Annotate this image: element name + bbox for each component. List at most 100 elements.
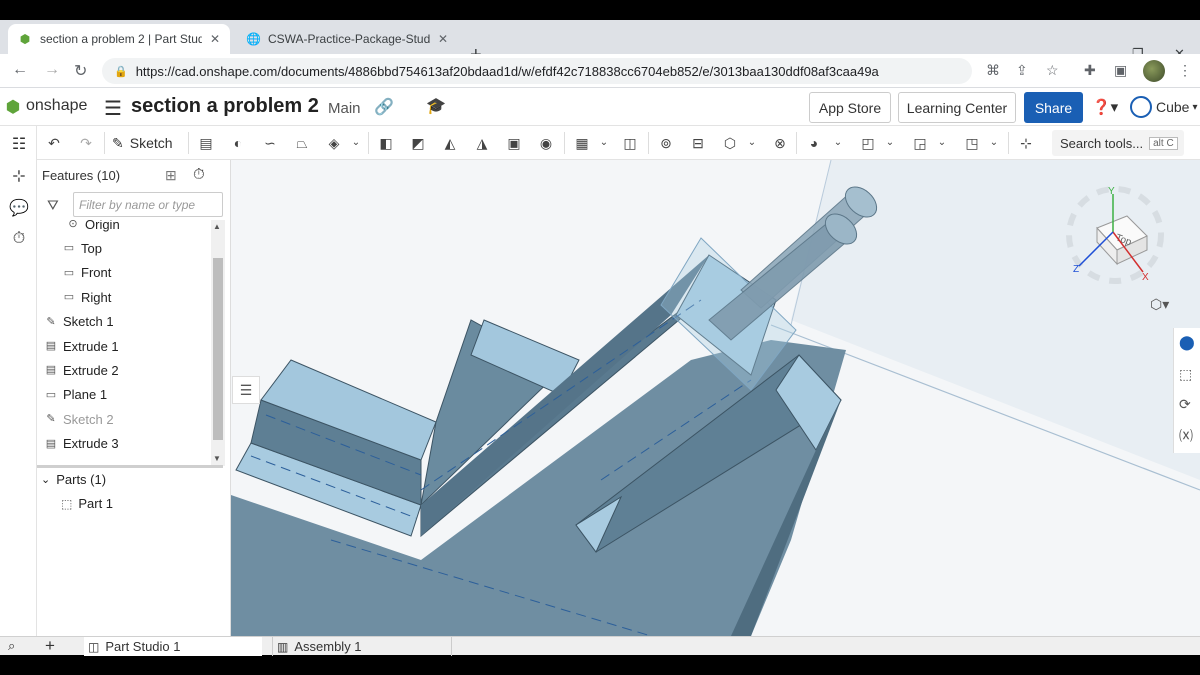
fillet-tool-icon[interactable]: ◧ — [376, 133, 396, 153]
url-input[interactable]: 🔒 https://cad.onshape.com/documents/4886… — [102, 58, 972, 84]
feature-tree-item[interactable]: ▭ Plane 1 — [37, 383, 212, 407]
split-tool-icon[interactable]: ⊟ — [688, 133, 708, 153]
draft-tool-icon[interactable]: ◭ — [440, 133, 460, 153]
revolve-tool-icon[interactable]: ◐ — [228, 133, 248, 153]
graduation-cap-icon[interactable]: 🎓 — [426, 96, 446, 116]
plane-tool-icon[interactable]: ◰ — [858, 133, 878, 153]
share-page-icon[interactable]: ⇪ — [1016, 62, 1028, 79]
hamburger-menu-icon[interactable]: ☰ — [104, 96, 122, 121]
transform-tool-icon[interactable]: ⬡ — [720, 133, 740, 153]
comments-icon[interactable]: 💬 — [9, 198, 29, 218]
forward-icon[interactable]: → — [44, 61, 60, 79]
left-icon-rail: ☷ ⊹ 💬 ⏱ — [0, 126, 37, 636]
extrude-tool-icon[interactable]: ▤ — [196, 133, 216, 153]
variables-icon[interactable]: ⒳ — [1179, 426, 1193, 446]
chevron-down-icon[interactable]: ⌄ — [828, 133, 848, 153]
filter-icon[interactable]: ⛛ — [47, 197, 59, 214]
instances-icon[interactable]: ⊹ — [9, 166, 29, 186]
browser-tab-2[interactable]: 🌐 CSWA-Practice-Package-Student ✕ — [236, 24, 458, 54]
add-tab-icon[interactable]: + — [45, 636, 55, 656]
modify-fillet-icon[interactable]: ◕ — [804, 133, 824, 153]
view-mode-cube-icon[interactable]: ⬡▾ — [1150, 296, 1169, 313]
feature-list-toggle-icon[interactable]: ☰ — [232, 376, 260, 404]
chevron-down-icon[interactable]: ⌄ — [594, 133, 614, 153]
reload-icon[interactable]: ↻ — [74, 61, 87, 81]
side-panel-icon[interactable]: ▣ — [1114, 62, 1127, 79]
delete-part-icon[interactable]: ⊗ — [770, 133, 790, 153]
search-tools-input[interactable]: Search tools... alt C — [1052, 130, 1184, 156]
onshape-favicon-icon: ⬢ — [19, 32, 31, 46]
feature-tree-item[interactable]: ▭ Top — [37, 236, 212, 260]
redo-icon[interactable]: ↷ — [76, 133, 96, 153]
feature-list-icon[interactable]: ☷ — [9, 134, 29, 154]
feature-tree-item[interactable]: ▤ Extrude 1 — [37, 334, 212, 358]
close-icon[interactable]: ✕ — [210, 32, 220, 46]
appearance-icon[interactable]: ⬤ — [1179, 334, 1195, 351]
tab-part-studio-1[interactable]: ◫ Part Studio 1 — [84, 637, 262, 656]
link-icon[interactable]: 🔗 — [374, 97, 394, 117]
mate-connector-icon[interactable]: ⟳ — [1179, 396, 1191, 413]
feature-tree-item[interactable]: ▭ Front — [37, 261, 212, 285]
feature-tree-item[interactable]: ⊙ Origin — [37, 220, 212, 236]
sketch-button[interactable]: ✎ Sketch — [112, 132, 173, 154]
more-menu-icon[interactable]: ⋮ — [1178, 62, 1192, 79]
feature-tree-item[interactable]: ✎ Sketch 2 — [37, 407, 212, 431]
pencil-icon: ✎ — [112, 134, 124, 151]
chevron-down-icon[interactable]: ⌄ — [880, 133, 900, 153]
scroll-down-icon[interactable]: ▼ — [213, 454, 221, 463]
y-axis-label: Y — [1108, 186, 1115, 197]
boolean-tool-icon[interactable]: ⊚ — [656, 133, 676, 153]
back-icon[interactable]: ← — [12, 61, 28, 79]
chevron-down-icon[interactable]: ⌄ — [932, 133, 952, 153]
rib-tool-icon[interactable]: ◮ — [472, 133, 492, 153]
parts-list-header[interactable]: ⌄ Parts (1) — [41, 472, 106, 487]
onshape-logo[interactable]: ⬢ onshape — [6, 97, 87, 116]
browser-profile-avatar[interactable] — [1143, 60, 1165, 82]
chevron-down-icon[interactable]: ⌄ — [742, 133, 762, 153]
tab-assembly-1[interactable]: ▥ Assembly 1 — [272, 637, 452, 656]
pattern-tool-icon[interactable]: ▦ — [572, 133, 592, 153]
share-button[interactable]: Share — [1024, 92, 1083, 123]
thicken-tool-icon[interactable]: ◈ — [324, 133, 344, 153]
add-folder-icon[interactable]: ⊞ — [165, 167, 177, 184]
search-tabs-icon[interactable]: ⌕ — [8, 638, 15, 654]
feature-tree-item[interactable]: ▤ Extrude 3 — [37, 432, 212, 456]
tab-label: Assembly 1 — [294, 639, 362, 654]
feature-filter-input[interactable] — [73, 192, 223, 217]
history-icon[interactable]: ⏱ — [9, 230, 29, 250]
document-title[interactable]: section a problem 2 — [131, 95, 319, 118]
view-cube[interactable]: Top Y X Z — [1045, 180, 1175, 290]
sweep-tool-icon[interactable]: ∽ — [260, 133, 280, 153]
bookmark-star-icon[interactable]: ☆ — [1046, 62, 1059, 79]
mirror-tool-icon[interactable]: ◫ — [620, 133, 640, 153]
user-menu[interactable]: Cube ▾ — [1130, 96, 1198, 118]
close-icon[interactable]: ✕ — [438, 32, 448, 46]
mass-properties-icon[interactable]: ⬚ — [1179, 366, 1192, 383]
app-store-button[interactable]: App Store — [809, 92, 891, 123]
browser-tab-active[interactable]: ⬢ section a problem 2 | Part Studio ✕ — [8, 24, 230, 54]
part-list-item[interactable]: ⬚ Part 1 — [61, 496, 113, 511]
undo-icon[interactable]: ↶ — [44, 133, 64, 153]
feature-tree-item[interactable]: ▤ Extrude 2 — [37, 358, 212, 382]
chevron-down-icon[interactable]: ⌄ — [984, 133, 1004, 153]
chevron-down-icon[interactable]: ⌄ — [346, 133, 366, 153]
feature-tree-scrollbar[interactable]: ▲ ▼ — [211, 220, 225, 466]
chamfer-tool-icon[interactable]: ◩ — [408, 133, 428, 153]
help-icon[interactable]: ❓▾ — [1092, 98, 1118, 116]
translate-icon[interactable]: ⌘ — [986, 62, 1000, 79]
hole-tool-icon[interactable]: ◉ — [536, 133, 556, 153]
loft-tool-icon[interactable]: ⏢ — [292, 133, 312, 153]
workspace-branch[interactable]: Main — [328, 100, 361, 117]
panel-resize-divider[interactable] — [37, 465, 223, 468]
surface-tool-icon[interactable]: ◲ — [910, 133, 930, 153]
scroll-up-icon[interactable]: ▲ — [213, 222, 221, 231]
shell-tool-icon[interactable]: ▣ — [504, 133, 524, 153]
extensions-icon[interactable]: ✚ — [1084, 62, 1096, 79]
feature-tree-item[interactable]: ✎ Sketch 1 — [37, 310, 212, 334]
rollback-timer-icon[interactable]: ⏱ — [193, 166, 205, 183]
sheet-metal-icon[interactable]: ◳ — [962, 133, 982, 153]
scroll-thumb[interactable] — [213, 258, 223, 440]
learning-center-button[interactable]: Learning Center — [898, 92, 1016, 123]
feature-tree-item[interactable]: ▭ Right — [37, 285, 212, 309]
add-custom-feature-icon[interactable]: ⊹ — [1016, 133, 1036, 153]
